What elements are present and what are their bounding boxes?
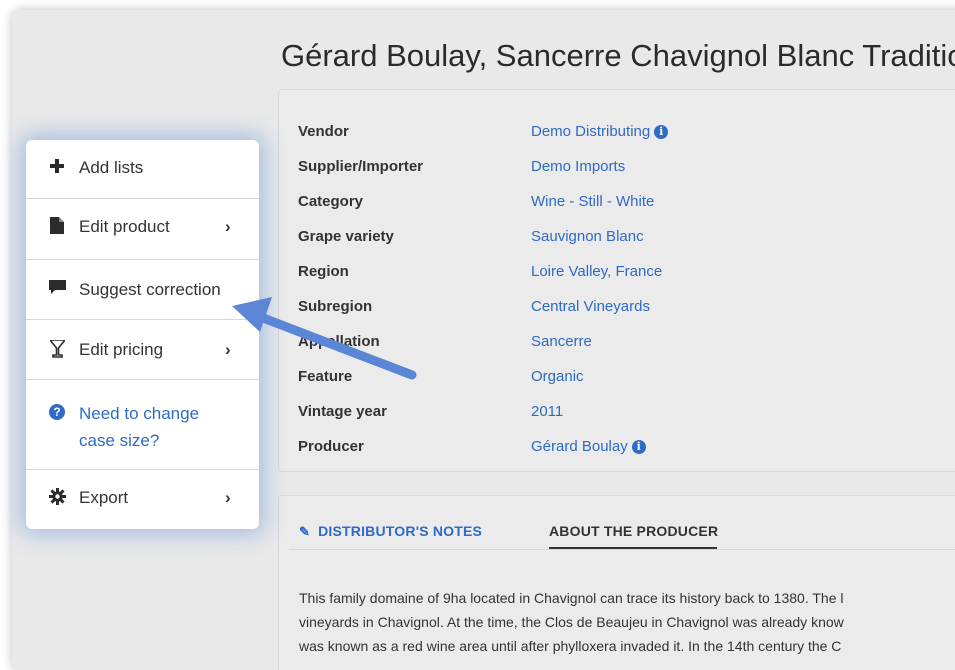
info-icon[interactable]: i	[654, 125, 669, 139]
comment-icon	[48, 280, 66, 300]
detail-label: Subregion	[298, 298, 373, 315]
menu-item-label: Edit product	[79, 217, 170, 236]
menu-item-suggest-correction[interactable]: Suggest correction	[26, 260, 259, 320]
pencil-icon: ✎	[299, 524, 311, 539]
detail-label: Producer	[298, 438, 364, 455]
detail-value-link[interactable]: Wine - Still - White	[531, 193, 654, 210]
chevron-right-icon: ›	[225, 488, 231, 507]
detail-value-link[interactable]: Loire Valley, France	[531, 263, 662, 280]
detail-value-link[interactable]: Central Vineyards	[531, 298, 650, 315]
plus-icon	[48, 158, 66, 179]
detail-value-link[interactable]: Demo Distributing i	[531, 123, 669, 140]
gear-icon	[48, 488, 66, 510]
actions-menu: Add lists Edit product › Suggest correct…	[26, 140, 259, 529]
detail-label: Supplier/Importer	[298, 158, 424, 175]
tab-about-producer[interactable]: ABOUT THE PRODUCER	[549, 523, 718, 539]
about-producer-text: This family domaine of 9ha located in Ch…	[299, 586, 955, 658]
file-icon	[48, 217, 66, 239]
detail-value-link[interactable]: Sauvignon Blanc	[531, 228, 644, 245]
detail-value-link[interactable]: Gérard Boulay i	[531, 438, 646, 455]
menu-item-label: Export	[79, 488, 129, 507]
tab-distributors-notes[interactable]: ✎ DISTRIBUTOR'S NOTES	[299, 523, 482, 540]
detail-label: Region	[298, 263, 349, 280]
detail-value-link[interactable]: 2011	[531, 403, 563, 420]
menu-item-edit-product[interactable]: Edit product ›	[26, 199, 259, 260]
detail-label: Appellation	[298, 333, 380, 350]
notes-card: ✎ DISTRIBUTOR'S NOTES ABOUT THE PRODUCER …	[278, 495, 955, 670]
detail-label: Grape variety	[298, 228, 394, 245]
info-icon[interactable]: i	[631, 440, 646, 454]
menu-item-label: Suggest correction	[79, 280, 221, 299]
detail-label: Feature	[298, 368, 353, 385]
menu-item-add-lists[interactable]: Add lists	[26, 140, 259, 199]
detail-label: Vintage year	[298, 403, 387, 420]
product-details-card: Vendor Demo Distributing i Supplier/Impor…	[278, 89, 955, 472]
menu-item-export[interactable]: Export ›	[26, 470, 259, 529]
text-line: vineyards in Chavignol. At the time, the…	[299, 614, 844, 630]
text-line: This family domaine of 9ha located in Ch…	[299, 590, 844, 606]
chevron-right-icon: ›	[225, 217, 231, 236]
tab-divider	[289, 549, 955, 550]
page-title: Gérard Boulay, Sancerre Chavignol Blanc …	[281, 38, 955, 73]
detail-value-link[interactable]: Organic	[531, 368, 584, 385]
text-line: was known as a red wine area until after…	[299, 638, 842, 654]
menu-item-label: Edit pricing	[79, 340, 164, 359]
detail-label: Category	[298, 193, 364, 210]
menu-item-edit-pricing[interactable]: Edit pricing ›	[26, 320, 259, 380]
menu-item-change-case-size[interactable]: ? Need to change case size?	[26, 380, 259, 470]
question-circle-icon: ?	[48, 401, 66, 421]
menu-item-label: Add lists	[79, 158, 144, 177]
detail-value-link[interactable]: Sancerre	[531, 333, 592, 350]
menu-item-link[interactable]: Need to change case size?	[79, 400, 239, 454]
detail-value-link[interactable]: Demo Imports	[531, 158, 625, 175]
chevron-right-icon: ›	[225, 340, 231, 359]
glass-icon	[47, 339, 67, 363]
detail-label: Vendor	[298, 123, 349, 140]
